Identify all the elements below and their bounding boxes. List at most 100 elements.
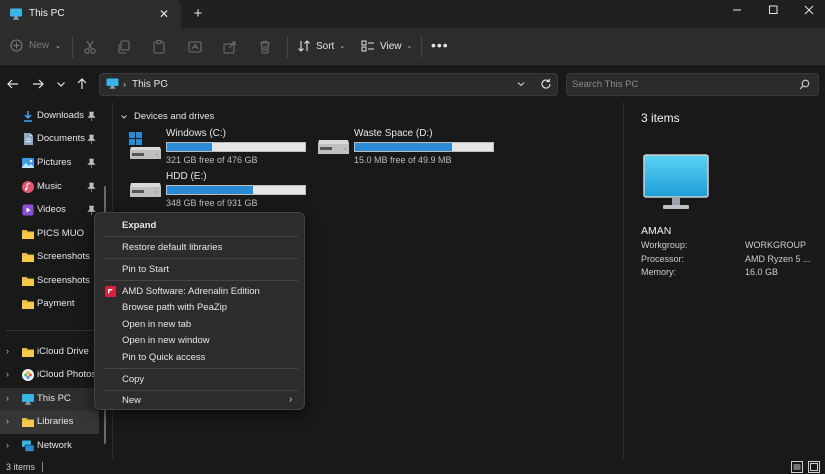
sidebar-item-this-pc[interactable]: › This PC [0, 388, 99, 411]
documents-icon [21, 132, 35, 146]
delete-icon[interactable] [257, 39, 273, 55]
libraries-icon [21, 415, 35, 429]
chevron-right-icon[interactable]: › [6, 440, 9, 450]
back-arrow-icon[interactable] [5, 76, 21, 92]
sidebar-item-documents[interactable]: Documents [0, 128, 99, 151]
menu-item-restore-default-libraries[interactable]: Restore default libraries [99, 239, 302, 256]
sidebar-item-icloud-photos[interactable]: › iCloud Photos [0, 364, 99, 387]
chevron-right-icon[interactable]: › [6, 369, 9, 379]
devices-and-drives-header[interactable]: Devices and drives [120, 111, 214, 122]
sidebar-item-icloud-drive[interactable]: › iCloud Drive [0, 341, 99, 364]
property-value-memory: 16.0 GB [745, 267, 779, 277]
sidebar-item-videos[interactable]: Videos [0, 199, 99, 222]
pin-icon[interactable] [87, 182, 96, 193]
status-divider [42, 462, 43, 472]
menu-item-browse-peazip[interactable]: Browse path with PeaZip [99, 299, 302, 316]
tab-title: This PC [29, 8, 65, 19]
more-options-icon[interactable]: ••• [431, 38, 449, 52]
minimize-icon[interactable] [727, 3, 747, 17]
folder-icon [21, 227, 35, 241]
menu-item-expand[interactable]: Expand [99, 217, 302, 234]
close-tab-icon[interactable]: ✕ [157, 7, 171, 21]
sort-button[interactable]: Sort ⌄ [297, 39, 345, 53]
rename-icon[interactable] [187, 39, 203, 55]
chevron-right-icon[interactable]: › [6, 346, 9, 356]
menu-item-copy[interactable]: Copy [99, 371, 302, 388]
cut-icon[interactable] [82, 39, 98, 55]
copy-icon[interactable] [116, 39, 132, 55]
new-button[interactable]: New ⌄ [10, 39, 61, 52]
tab-this-pc[interactable]: This PC ✕ [0, 0, 181, 28]
sidebar-item-label: This PC [37, 393, 71, 404]
sidebar-item-label: Documents [37, 133, 86, 144]
sidebar-item-label: Network [37, 440, 72, 451]
menu-separator [103, 390, 298, 391]
forward-arrow-icon[interactable] [30, 76, 46, 92]
search-box[interactable]: Search This PC [566, 73, 819, 96]
share-icon[interactable] [222, 39, 238, 55]
drive-windows-c[interactable]: Windows (C:) 321 GB free of 476 GB [129, 128, 309, 168]
menu-item-pin-quick-access[interactable]: Pin to Quick access [99, 349, 302, 366]
menu-item-amd-software[interactable]: AMD Software: Adrenalin Edition [99, 283, 302, 300]
menu-item-label: New [122, 395, 142, 406]
menu-separator [103, 258, 298, 259]
search-input[interactable]: Search This PC [572, 79, 638, 90]
sidebar-item-label: Videos [37, 204, 66, 215]
recent-locations-icon[interactable] [53, 76, 69, 92]
drive-waste-space-d[interactable]: Waste Space (D:) 15.0 MB free of 49.9 MB [317, 128, 497, 168]
breadcrumb-this-pc[interactable]: This PC [132, 79, 168, 90]
menu-item-open-new-window[interactable]: Open in new window [99, 332, 302, 349]
toolbar-divider [421, 36, 422, 58]
this-pc-icon [106, 78, 119, 89]
chevron-right-icon[interactable]: › [6, 393, 9, 403]
search-icon[interactable] [799, 79, 810, 90]
sidebar-item-music[interactable]: Music [0, 176, 99, 199]
chevron-down-icon: ⌄ [55, 42, 61, 50]
menu-item-pin-to-start[interactable]: Pin to Start [99, 261, 302, 278]
chevron-right-icon[interactable]: › [6, 416, 9, 426]
menu-item-label: Open in new window [122, 335, 210, 346]
address-bar[interactable]: › This PC › [99, 73, 558, 96]
section-title: Devices and drives [134, 111, 215, 122]
up-arrow-icon[interactable] [74, 76, 90, 92]
sidebar-item-screenshots[interactable]: Screenshots [0, 270, 99, 293]
sidebar-item-pictures[interactable]: Pictures [0, 152, 99, 175]
breadcrumb-chevron-icon[interactable]: › [165, 79, 168, 89]
menu-item-new[interactable]: New › [99, 392, 302, 409]
drive-hdd-e[interactable]: HDD (E:) 348 GB free of 931 GB [129, 171, 309, 211]
menu-item-label: Pin to Quick access [122, 352, 206, 363]
menu-item-label: Pin to Start [122, 264, 169, 275]
menu-separator [103, 368, 298, 369]
close-window-icon[interactable] [799, 3, 819, 17]
sidebar-item-network[interactable]: › Network [0, 435, 99, 458]
hard-drive-icon [129, 181, 162, 199]
sidebar-item-screenshots[interactable]: Screenshots [0, 246, 99, 269]
menu-item-label: Expand [122, 220, 157, 231]
sidebar-item-label: Music [37, 181, 62, 192]
pin-icon[interactable] [87, 134, 96, 145]
menu-item-open-new-tab[interactable]: Open in new tab [99, 316, 302, 333]
menu-item-label: Restore default libraries [122, 242, 223, 253]
sidebar-item-payment[interactable]: Payment [0, 293, 99, 316]
sidebar-item-downloads[interactable]: Downloads [0, 105, 99, 128]
drive-usage-bar [354, 142, 494, 152]
drive-name: Windows (C:) [166, 128, 227, 139]
chevron-down-icon: ⌄ [339, 43, 346, 50]
large-icons-view-icon[interactable] [808, 461, 820, 473]
view-button[interactable]: View ⌄ [361, 39, 412, 53]
paste-icon[interactable] [151, 39, 167, 55]
title-bar: This PC ✕ + [0, 0, 825, 28]
breadcrumb-chevron-icon[interactable]: › [123, 79, 126, 89]
maximize-icon[interactable] [763, 3, 783, 17]
this-pc-icon [9, 8, 23, 20]
details-view-icon[interactable] [791, 461, 803, 473]
sidebar-item-libraries[interactable]: › Libraries [0, 411, 99, 434]
sidebar-item-pics-muo[interactable]: PICS MUO [0, 223, 99, 246]
pin-icon[interactable] [87, 111, 96, 122]
refresh-icon[interactable] [540, 78, 552, 90]
address-dropdown-icon[interactable] [516, 79, 526, 89]
new-tab-button[interactable]: + [191, 6, 205, 22]
pin-icon[interactable] [87, 158, 96, 169]
toolbar-divider [72, 36, 73, 58]
details-pane-divider[interactable] [623, 102, 624, 460]
